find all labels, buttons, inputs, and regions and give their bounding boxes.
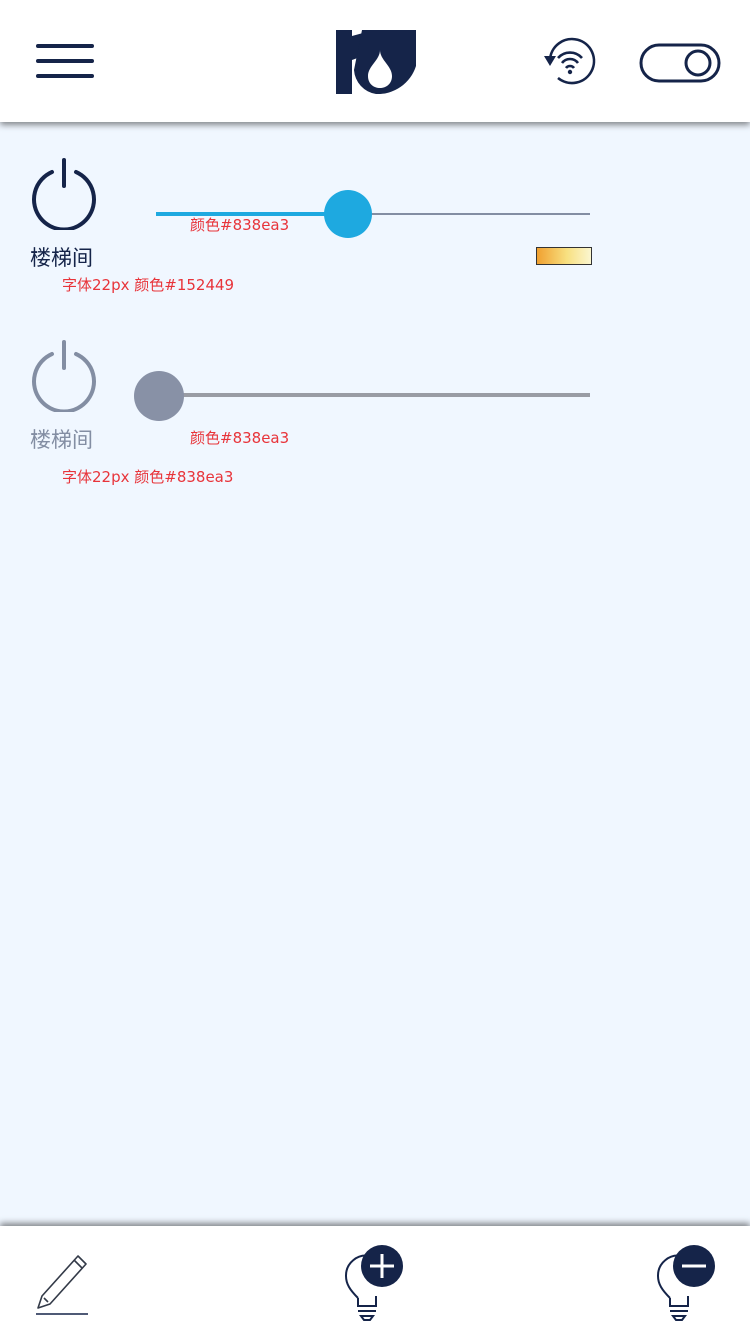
brightness-slider-thumb[interactable] <box>134 371 184 421</box>
pencil-icon[interactable] <box>32 1244 92 1316</box>
bottom-bar <box>0 1226 750 1334</box>
slider-annotation: 颜色#838ea3 <box>190 216 290 234</box>
power-icon[interactable] <box>26 154 102 230</box>
color-temperature-swatch[interactable] <box>536 247 592 265</box>
slider-annotation: 颜色#838ea3 <box>190 429 290 447</box>
top-bar <box>0 0 750 122</box>
label-annotation: 字体22px 颜色#152449 <box>62 276 235 294</box>
menu-icon[interactable] <box>34 40 96 82</box>
brand-logo <box>336 30 416 95</box>
wifi-refresh-icon[interactable] <box>542 36 596 86</box>
bulb-add-icon[interactable] <box>340 1240 410 1322</box>
room-label: 楼梯间 <box>30 246 93 270</box>
brightness-slider-track[interactable] <box>160 393 590 397</box>
brightness-slider-thumb[interactable] <box>324 190 372 238</box>
room-label: 楼梯间 <box>30 428 93 452</box>
power-icon[interactable] <box>26 336 102 412</box>
label-annotation: 字体22px 颜色#838ea3 <box>62 468 234 486</box>
toggle-switch-icon[interactable] <box>638 40 722 86</box>
bulb-remove-icon[interactable] <box>652 1240 722 1322</box>
